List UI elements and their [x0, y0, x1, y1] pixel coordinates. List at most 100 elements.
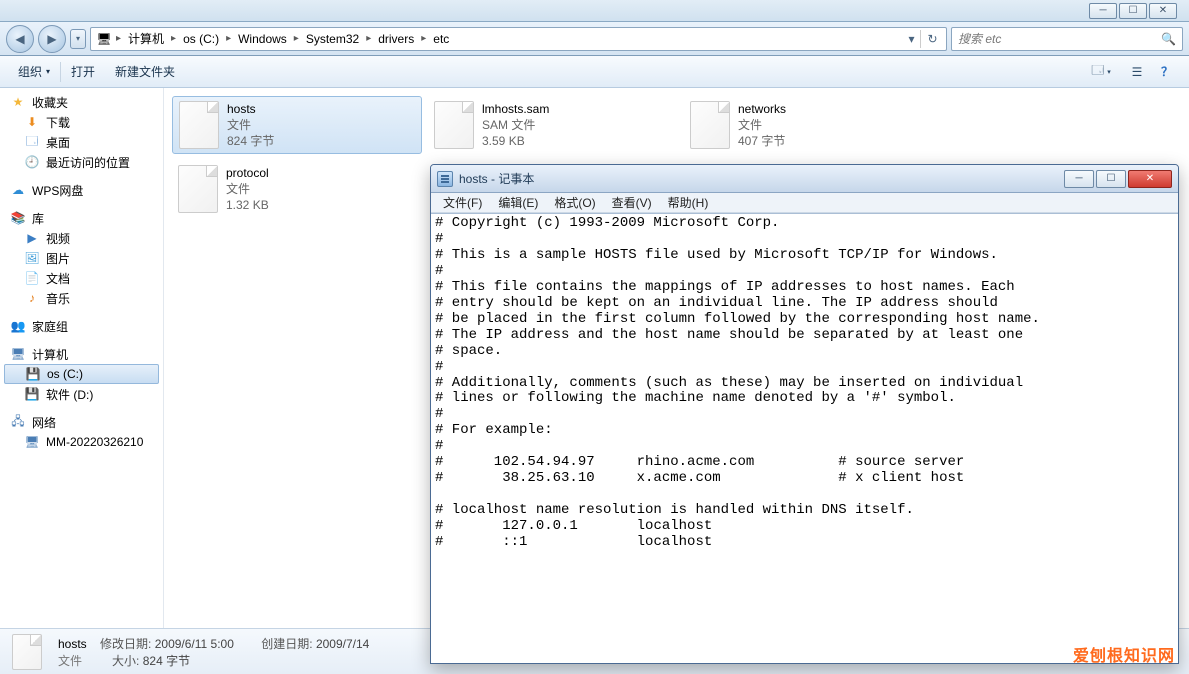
notepad-titlebar[interactable]: hosts - 记事本 ─ ☐ ✕ [431, 165, 1178, 193]
sidebar-item-label: MM-20220326210 [46, 435, 143, 449]
organize-button[interactable]: 组织 ▾ [8, 56, 60, 87]
sidebar-item-label: 图片 [46, 250, 70, 267]
sidebar-item-label: 家庭组 [32, 318, 68, 335]
sidebar-item-label: 最近访问的位置 [46, 154, 130, 171]
organize-label: 组织 [18, 63, 42, 80]
sidebar-homegroup[interactable]: 👥 家庭组 [0, 316, 163, 336]
notepad-maximize-button[interactable]: ☐ [1096, 170, 1126, 188]
search-placeholder: 搜索 etc [958, 30, 1001, 47]
file-name: lmhosts.sam [482, 101, 549, 117]
file-icon [179, 101, 219, 149]
notepad-menubar: 文件(F) 编辑(E) 格式(O) 查看(V) 帮助(H) [431, 193, 1178, 213]
details-modified-value: 2009/6/11 5:00 [155, 637, 234, 651]
preview-pane-button[interactable]: ☰ [1123, 61, 1151, 83]
file-name: hosts [227, 101, 274, 117]
sidebar-libraries[interactable]: 📚 库 [0, 208, 163, 228]
menu-format[interactable]: 格式(O) [546, 194, 603, 211]
address-bar[interactable]: 🖥 ▸ 计算机 ▸ os (C:) ▸ Windows ▸ System32 ▸… [90, 27, 947, 51]
path-separator-icon: ▸ [293, 33, 300, 44]
computer-icon: 🖥 [95, 30, 113, 48]
notepad-title: hosts - 记事本 [459, 170, 534, 187]
menu-help[interactable]: 帮助(H) [660, 194, 717, 211]
sidebar-item-recent[interactable]: 🕘 最近访问的位置 [0, 152, 163, 172]
explorer-titlebar: ─ ☐ ✕ [0, 0, 1189, 22]
sidebar-computer[interactable]: 🖥 计算机 [0, 344, 163, 364]
sidebar-item-network-pc[interactable]: 🖥 MM-20220326210 [0, 432, 163, 452]
new-folder-button[interactable]: 新建文件夹 [105, 56, 185, 87]
sidebar-item-label: 收藏夹 [32, 94, 68, 111]
sidebar-item-drive-c[interactable]: 💾 os (C:) [4, 364, 159, 384]
breadcrumb[interactable]: os (C:) [177, 28, 225, 50]
sidebar-item-desktop[interactable]: 🗔 桌面 [0, 132, 163, 152]
path-separator-icon: ▸ [170, 33, 177, 44]
chevron-down-icon: ▾ [46, 67, 50, 76]
breadcrumb[interactable]: etc [427, 28, 455, 50]
help-button[interactable]: ？ [1153, 61, 1181, 83]
drive-icon: 💾 [24, 386, 40, 402]
notepad-icon [437, 171, 453, 187]
file-size: 1.32 KB [226, 197, 269, 213]
forward-button[interactable]: ▶ [38, 25, 66, 53]
sidebar-item-videos[interactable]: ▶ 视频 [0, 228, 163, 248]
computer-icon: 🖥 [24, 434, 40, 450]
view-icon: 🗔 [1091, 61, 1104, 82]
details-file-name: hosts [58, 637, 87, 651]
menu-view[interactable]: 查看(V) [604, 194, 660, 211]
sidebar-item-music[interactable]: ♪ 音乐 [0, 288, 163, 308]
sidebar-item-downloads[interactable]: ⬇ 下载 [0, 112, 163, 132]
sidebar-item-label: 库 [32, 210, 44, 227]
search-icon: 🔍 [1161, 32, 1176, 46]
library-icon: 📚 [10, 210, 26, 226]
music-icon: ♪ [24, 290, 40, 306]
back-button[interactable]: ◀ [6, 25, 34, 53]
file-size: 824 字节 [227, 133, 274, 149]
star-icon: ★ [10, 94, 26, 110]
sidebar-item-pictures[interactable]: 🖼 图片 [0, 248, 163, 268]
file-item-hosts[interactable]: hosts 文件 824 字节 [172, 96, 422, 154]
file-type: SAM 文件 [482, 117, 549, 133]
breadcrumb[interactable]: drivers [372, 28, 420, 50]
breadcrumb[interactable]: Windows [232, 28, 293, 50]
close-button[interactable]: ✕ [1149, 3, 1177, 19]
address-refresh[interactable]: ▾ ↻ [902, 27, 944, 51]
sidebar-item-documents[interactable]: 📄 文档 [0, 268, 163, 288]
sidebar-item-drive-d[interactable]: 💾 软件 (D:) [0, 384, 163, 404]
notepad-content: # Copyright (c) 1993-2009 Microsoft Corp… [435, 216, 1174, 551]
file-icon [178, 165, 218, 213]
file-item-lmhosts[interactable]: lmhosts.sam SAM 文件 3.59 KB [428, 96, 678, 154]
file-icon [12, 634, 42, 670]
history-dropdown[interactable]: ▾ [70, 29, 86, 49]
breadcrumb[interactable]: System32 [300, 28, 365, 50]
maximize-button[interactable]: ☐ [1119, 3, 1147, 19]
chevron-down-icon: ▾ [1107, 68, 1111, 76]
sidebar-favorites[interactable]: ★ 收藏夹 [0, 92, 163, 112]
navigation-pane: ★ 收藏夹 ⬇ 下载 🗔 桌面 🕘 最近访问的位置 ☁ WPS网盘 [0, 88, 164, 628]
sidebar-item-label: 音乐 [46, 290, 70, 307]
file-item-protocol[interactable]: protocol 文件 1.32 KB [172, 160, 422, 218]
search-input[interactable]: 搜索 etc 🔍 [951, 27, 1183, 51]
view-mode-button[interactable]: 🗔 ▾ [1081, 61, 1121, 83]
file-size: 3.59 KB [482, 133, 549, 149]
minimize-button[interactable]: ─ [1089, 3, 1117, 19]
computer-icon: 🖥 [10, 346, 26, 362]
path-separator-icon: ▸ [115, 33, 122, 44]
homegroup-icon: 👥 [10, 318, 26, 334]
menu-file[interactable]: 文件(F) [435, 194, 490, 211]
file-icon [690, 101, 730, 149]
sidebar-network[interactable]: 🖧 网络 [0, 412, 163, 432]
details-created-value: 2009/7/14 [316, 637, 369, 651]
notepad-text-area[interactable]: # Copyright (c) 1993-2009 Microsoft Corp… [431, 213, 1178, 663]
notepad-minimize-button[interactable]: ─ [1064, 170, 1094, 188]
sidebar-wps[interactable]: ☁ WPS网盘 [0, 180, 163, 200]
breadcrumb[interactable]: 计算机 [122, 28, 170, 50]
file-icon [434, 101, 474, 149]
file-item-networks[interactable]: networks 文件 407 字节 [684, 96, 934, 154]
sidebar-item-label: 文档 [46, 270, 70, 287]
sidebar-item-label: 桌面 [46, 134, 70, 151]
navigation-bar: ◀ ▶ ▾ 🖥 ▸ 计算机 ▸ os (C:) ▸ Windows ▸ Syst… [0, 22, 1189, 56]
menu-edit[interactable]: 编辑(E) [490, 194, 546, 211]
open-button[interactable]: 打开 [61, 56, 105, 87]
notepad-close-button[interactable]: ✕ [1128, 170, 1172, 188]
desktop-icon: 🗔 [24, 134, 40, 150]
details-file-type: 文件 [58, 654, 82, 668]
